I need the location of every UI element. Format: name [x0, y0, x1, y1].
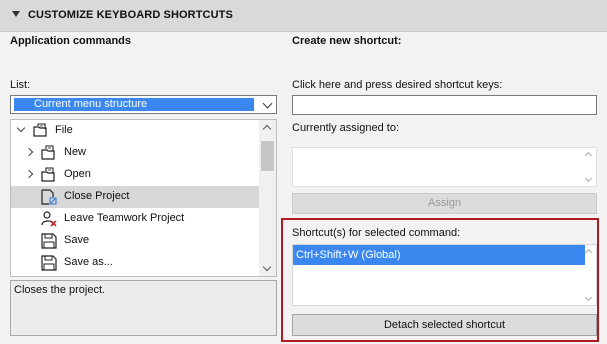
assigned-scrollbar[interactable] — [584, 150, 594, 184]
scroll-thumb[interactable] — [261, 141, 274, 171]
tree-item-save-as[interactable]: Save as... — [11, 252, 259, 274]
currently-assigned-list[interactable] — [292, 147, 597, 187]
scroll-up-icon[interactable] — [584, 248, 593, 257]
folder-open-icon — [33, 123, 47, 137]
scroll-up-icon[interactable] — [262, 124, 272, 134]
shortcut-list[interactable]: Ctrl+Shift+W (Global) — [292, 244, 597, 306]
tree-item-label: Close Project — [64, 190, 130, 202]
tree-item-close-project[interactable]: Close Project — [11, 186, 259, 208]
tree-item-new[interactable]: New — [11, 142, 259, 164]
shortcut-list-item[interactable]: Ctrl+Shift+W (Global) — [293, 245, 585, 265]
close-project-icon — [41, 189, 57, 205]
shortcut-list-scrollbar[interactable] — [584, 247, 594, 303]
scroll-up-icon[interactable] — [584, 151, 593, 160]
expand-right-icon[interactable] — [24, 147, 34, 157]
detach-shortcut-button[interactable]: Detach selected shortcut — [292, 314, 597, 336]
tree-item-open[interactable]: Open — [11, 164, 259, 186]
press-keys-label: Click here and press desired shortcut ke… — [292, 79, 503, 91]
save-as-icon — [41, 255, 57, 271]
scroll-down-icon[interactable] — [584, 174, 593, 183]
expand-right-icon[interactable] — [24, 169, 34, 179]
command-tree[interactable]: File New Open Close Project Leave Teamwo… — [10, 119, 277, 277]
scroll-down-icon[interactable] — [584, 293, 593, 302]
new-document-icon — [41, 145, 55, 160]
tree-item-label: Open — [64, 168, 91, 180]
list-label: List: — [10, 79, 31, 91]
list-select-value: Current menu structure — [14, 98, 254, 111]
scroll-down-icon[interactable] — [262, 262, 272, 272]
tree-scrollbar[interactable] — [259, 120, 276, 276]
selected-shortcuts-label: Shortcut(s) for selected command: — [292, 227, 461, 239]
currently-assigned-label: Currently assigned to: — [292, 122, 399, 134]
tree-item-label: File — [55, 124, 73, 136]
tree-item-label: Leave Teamwork Project — [64, 212, 185, 224]
section-header[interactable]: CUSTOMIZE KEYBOARD SHORTCUTS — [0, 0, 607, 32]
open-document-icon — [41, 167, 55, 182]
collapse-arrow-icon[interactable] — [12, 11, 20, 17]
leave-teamwork-icon — [41, 211, 57, 227]
list-select[interactable]: Current menu structure — [10, 95, 277, 114]
tree-item-label: Save as... — [64, 256, 113, 268]
command-description: Closes the project. — [10, 280, 277, 336]
floppy-disk-icon — [41, 233, 57, 249]
tree-item-save[interactable]: Save — [11, 230, 259, 252]
shortcut-key-input[interactable] — [292, 95, 597, 115]
assign-button[interactable]: Assign — [292, 193, 597, 214]
tree-item-leave-teamwork[interactable]: Leave Teamwork Project — [11, 208, 259, 230]
expand-down-icon[interactable] — [16, 123, 26, 133]
section-title: CUSTOMIZE KEYBOARD SHORTCUTS — [28, 9, 233, 21]
create-shortcut-label: Create new shortcut: — [292, 35, 402, 47]
chevron-down-icon[interactable] — [262, 98, 273, 109]
tree-item-label: Save — [64, 234, 90, 246]
application-commands-label: Application commands — [10, 35, 132, 47]
tree-item-file[interactable]: File — [11, 120, 259, 142]
tree-item-label: New — [64, 146, 87, 158]
